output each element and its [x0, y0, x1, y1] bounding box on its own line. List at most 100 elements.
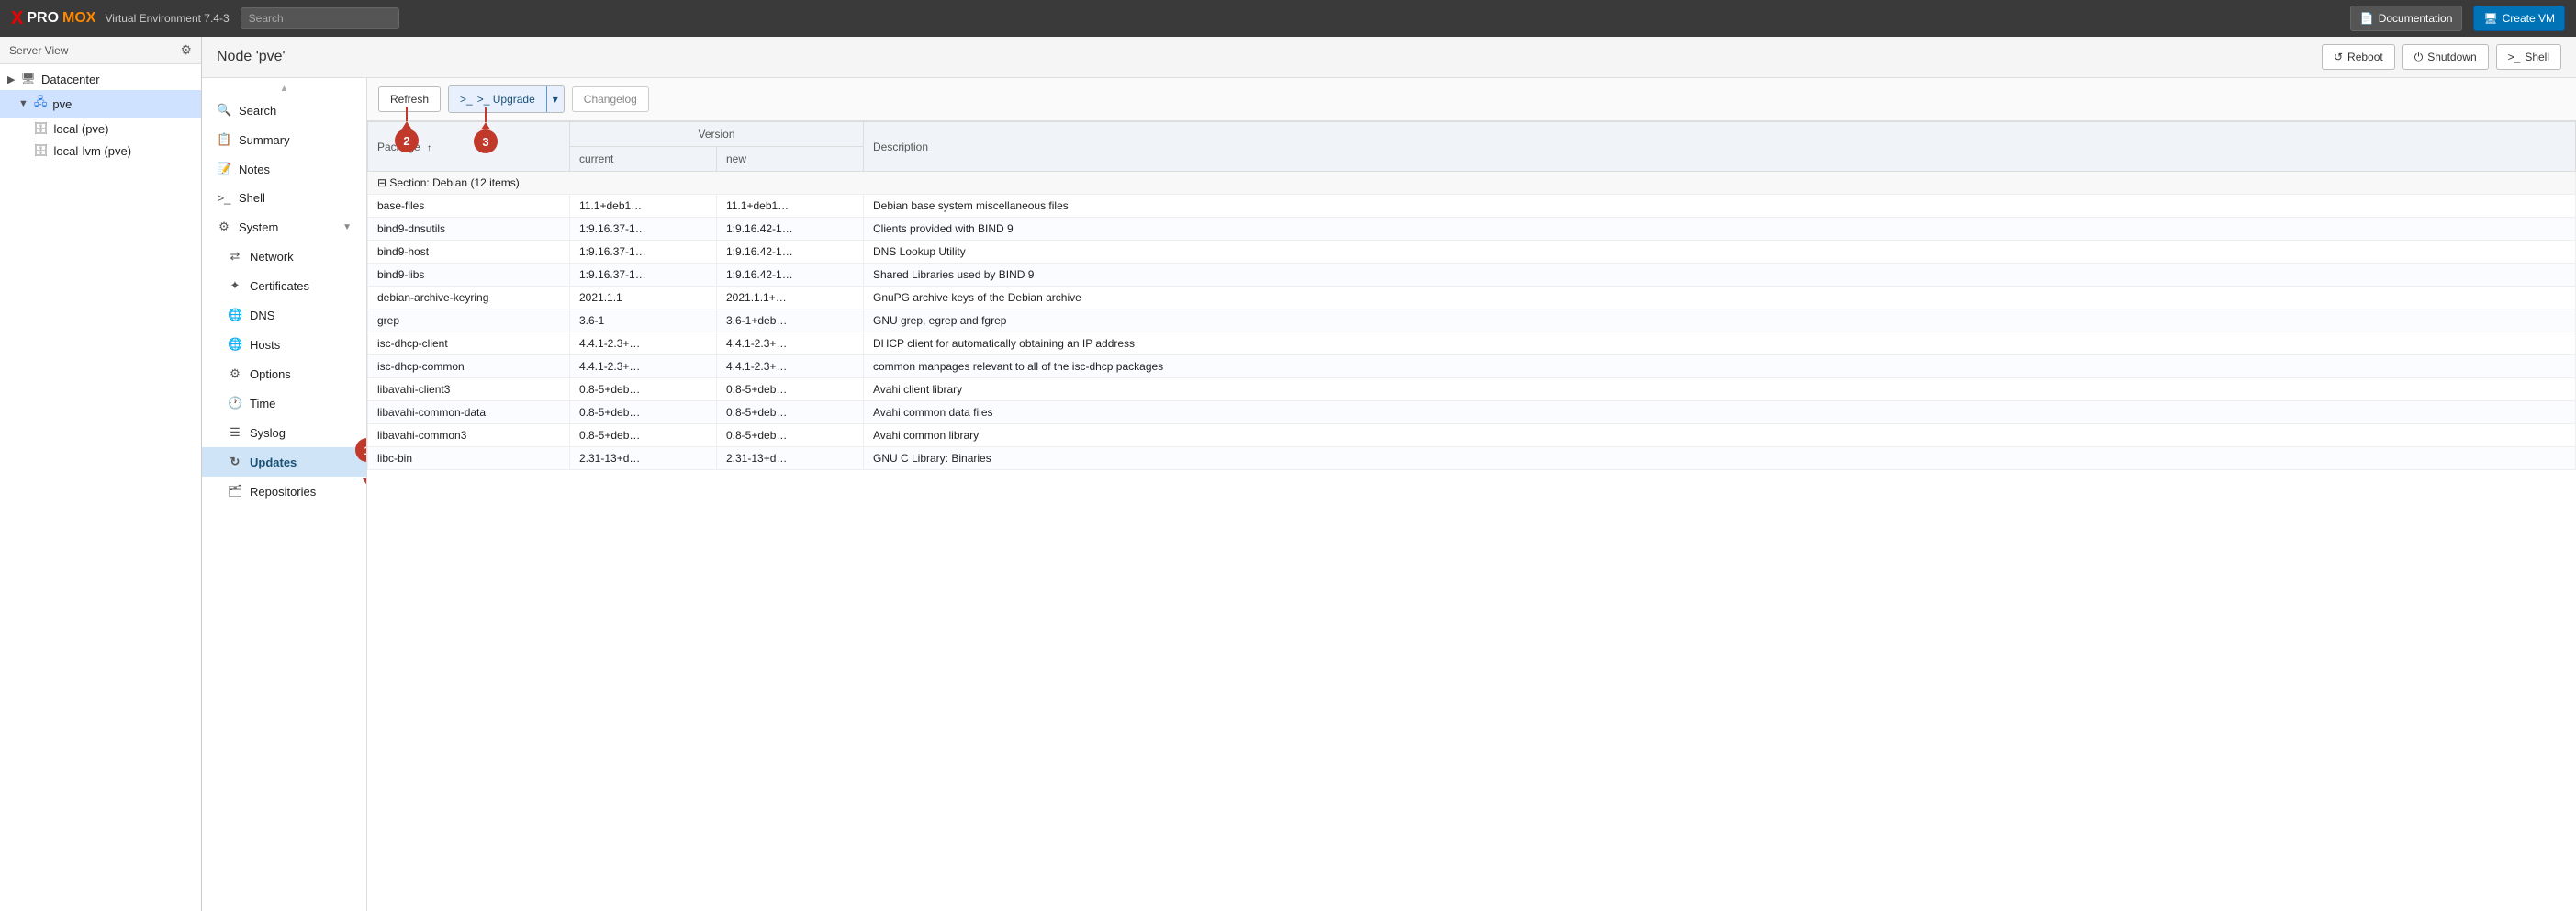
table-header: Package ↑ Version Description current ne… [368, 122, 2576, 172]
sidebar-item-pve[interactable]: ▼ 🖧 pve [0, 90, 201, 118]
cell-description: DNS Lookup Utility [864, 241, 2576, 264]
main-layout: Server View ⚙ ▶ 🖥 Datacenter ▼ 🖧 pve 🗄 l… [0, 37, 2576, 911]
sidebar-header: Server View ⚙ [0, 37, 201, 64]
pve-label: pve [52, 97, 72, 111]
time-icon: 🕐 [228, 396, 242, 411]
sidebar-item-local-pve[interactable]: 🗄 local (pve) [0, 118, 201, 140]
nav-item-repositories[interactable]: 🗂 Repositories [202, 477, 366, 506]
nav-item-options[interactable]: ⚙ Options [202, 359, 366, 388]
page-title: Node 'pve' [217, 49, 286, 65]
top-search-input[interactable] [241, 7, 399, 29]
upgrade-container: >_ >_ Upgrade ▾ 3 [448, 85, 565, 113]
scroll-up-indicator: ▲ [202, 82, 366, 96]
nav-item-time[interactable]: 🕐 Time [202, 388, 366, 418]
annotation-arrowhead-2-up [402, 121, 411, 129]
group-row-debian: ⊟ Section: Debian (12 items) [368, 172, 2576, 195]
nav-label-search: Search [239, 104, 276, 118]
content-header: Node 'pve' ↺ Reboot ⏻ Shutdown >_ Shell [202, 37, 2576, 78]
cell-description: Avahi client library [864, 378, 2576, 401]
updates-icon: ↻ [228, 455, 242, 469]
upgrade-btn-group: >_ >_ Upgrade ▾ [448, 85, 565, 113]
nav-item-hosts[interactable]: 🌐 Hosts [202, 330, 366, 359]
cell-description: Debian base system miscellaneous files [864, 195, 2576, 218]
cell-package: bind9-dnsutils [368, 218, 570, 241]
nav-item-updates[interactable]: ↻ Updates 1 [202, 447, 366, 477]
table-row: libavahi-common3 0.8-5+deb… 0.8-5+deb… A… [368, 424, 2576, 447]
group-label: ⊟ Section: Debian (12 items) [368, 172, 2576, 195]
col-header-description: Description [864, 122, 2576, 172]
table-row: libavahi-common-data 0.8-5+deb… 0.8-5+de… [368, 401, 2576, 424]
nav-item-certificates[interactable]: ✦ Certificates [202, 271, 366, 300]
datacenter-icon: ▶ [7, 73, 15, 85]
notes-icon: 📝 [217, 162, 231, 176]
shell-button[interactable]: >_ Shell [2496, 44, 2561, 70]
summary-icon: 📋 [217, 132, 231, 147]
cell-package: isc-dhcp-common [368, 355, 570, 378]
cell-new: 0.8-5+deb… [717, 378, 864, 401]
nav-label-certificates: Certificates [250, 279, 309, 293]
cell-new: 3.6-1+deb… [717, 309, 864, 332]
gear-icon[interactable]: ⚙ [180, 42, 192, 58]
cell-current: 0.8-5+deb… [570, 378, 717, 401]
upgrade-dropdown-button[interactable]: ▾ [547, 86, 564, 112]
cell-new: 2.31-13+d… [717, 447, 864, 470]
cell-package: libc-bin [368, 447, 570, 470]
nav-item-notes[interactable]: 📝 Notes [202, 154, 366, 184]
cell-description: DHCP client for automatically obtaining … [864, 332, 2576, 355]
create-vm-button[interactable]: 🖥 Create VM [2473, 6, 2565, 31]
nav-item-summary[interactable]: 📋 Summary [202, 125, 366, 154]
cell-new: 1:9.16.42-1… [717, 218, 864, 241]
nav-item-dns[interactable]: 🌐 DNS [202, 300, 366, 330]
nav-item-system[interactable]: ⚙ System ▼ [202, 212, 366, 242]
updates-toolbar: Refresh 2 >_ >_ Upgra [367, 78, 2576, 121]
logo: X PRO MOX Virtual Environment 7.4-3 [11, 8, 230, 29]
nav-label-updates: Updates [250, 456, 297, 469]
table-row: grep 3.6-1 3.6-1+deb… GNU grep, egrep an… [368, 309, 2576, 332]
nav-label-shell: Shell [239, 191, 265, 205]
col-header-new: new [717, 147, 864, 172]
nav-label-network: Network [250, 250, 294, 264]
cell-current: 1:9.16.37-1… [570, 218, 717, 241]
network-icon: ⇄ [228, 249, 242, 264]
nav-item-syslog[interactable]: ☰ Syslog [202, 418, 366, 447]
packages-table: Package ↑ Version Description current ne… [367, 121, 2576, 470]
logo-version: Virtual Environment 7.4-3 [105, 12, 229, 25]
cell-current: 11.1+deb1… [570, 195, 717, 218]
documentation-button[interactable]: 📄 Documentation [2350, 6, 2463, 31]
logo-prox: PRO [27, 10, 59, 27]
nav-item-shell[interactable]: >_ Shell [202, 184, 366, 212]
sort-icon: ↑ [427, 143, 431, 153]
nav-item-network[interactable]: ⇄ Network [202, 242, 366, 271]
local-lvm-pve-label: local-lvm (pve) [54, 144, 132, 158]
nav-panel: ▲ 🔍 Search 📋 Summary 📝 Notes >_ Shell [202, 78, 367, 911]
content-area: Node 'pve' ↺ Reboot ⏻ Shutdown >_ Shell [202, 37, 2576, 911]
cell-description: GNU grep, egrep and fgrep [864, 309, 2576, 332]
sidebar-item-datacenter[interactable]: ▶ 🖥 Datacenter [0, 68, 201, 90]
cell-current: 1:9.16.37-1… [570, 241, 717, 264]
changelog-button[interactable]: Changelog [572, 86, 649, 112]
refresh-container: Refresh 2 [378, 86, 441, 112]
annotation-arrow-2-up [406, 107, 408, 121]
sidebar: Server View ⚙ ▶ 🖥 Datacenter ▼ 🖧 pve 🗄 l… [0, 37, 202, 911]
sidebar-view-label: Server View [9, 44, 68, 57]
nav-label-time: Time [250, 397, 275, 411]
shutdown-button[interactable]: ⏻ Shutdown [2402, 44, 2489, 70]
reboot-button[interactable]: ↺ Reboot [2322, 44, 2395, 70]
cell-package: debian-archive-keyring [368, 287, 570, 309]
table-row: bind9-dnsutils 1:9.16.37-1… 1:9.16.42-1…… [368, 218, 2576, 241]
docs-icon: 📄 [2360, 12, 2374, 25]
nav-item-search[interactable]: 🔍 Search [202, 96, 366, 125]
cell-description: Shared Libraries used by BIND 9 [864, 264, 2576, 287]
cell-package: grep [368, 309, 570, 332]
nav-label-hosts: Hosts [250, 338, 280, 352]
cell-package: base-files [368, 195, 570, 218]
table-row: bind9-libs 1:9.16.37-1… 1:9.16.42-1… Sha… [368, 264, 2576, 287]
cell-current: 0.8-5+deb… [570, 424, 717, 447]
nav-label-summary: Summary [239, 133, 290, 147]
upgrade-button[interactable]: >_ >_ Upgrade [449, 86, 547, 112]
certificates-icon: ✦ [228, 278, 242, 293]
cell-package: isc-dhcp-client [368, 332, 570, 355]
cell-current: 4.4.1-2.3+… [570, 355, 717, 378]
sidebar-item-local-lvm-pve[interactable]: 🗄 local-lvm (pve) [0, 140, 201, 162]
table-row: libavahi-client3 0.8-5+deb… 0.8-5+deb… A… [368, 378, 2576, 401]
